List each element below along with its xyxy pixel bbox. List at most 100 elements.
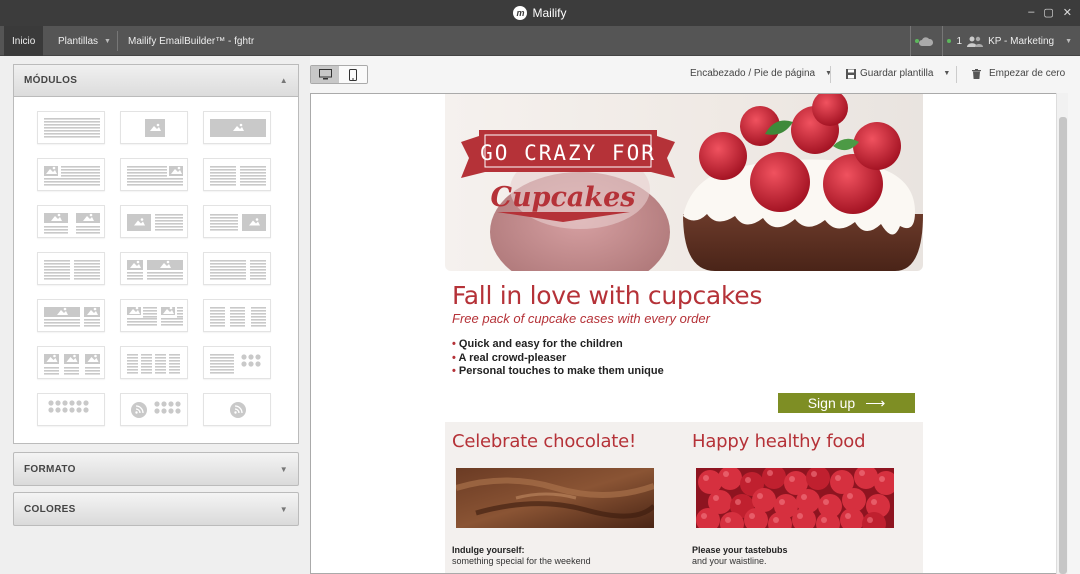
nav-home[interactable]: Inicio [4, 26, 44, 56]
email-canvas[interactable]: GO CRAZY FOR Cupcakes Fall in love with … [310, 93, 1068, 574]
raspberry-highlight [713, 495, 719, 501]
module-tile[interactable] [120, 346, 188, 379]
raspberry-highlight [757, 493, 763, 499]
module-layout-icon [44, 118, 100, 138]
module-tile[interactable] [37, 346, 105, 379]
column-title: Celebrate chocolate! [452, 431, 637, 452]
raspberry-highlight [821, 517, 827, 523]
arrow-right-icon: ⟶ [865, 394, 886, 411]
module-layout-icon [131, 401, 181, 418]
module-tile[interactable] [203, 158, 271, 191]
two-column-section[interactable]: Celebrate chocolate! Indulge yourself: s… [445, 422, 923, 573]
column-text: and your waistline. [692, 556, 767, 566]
raspberry-highlight [811, 471, 817, 477]
module-tile[interactable] [37, 158, 105, 191]
module-tile[interactable] [120, 111, 188, 144]
module-tile[interactable] [203, 252, 271, 285]
user-menu[interactable]: 1 KP - Marketing ▼ [941, 26, 1080, 56]
format-panel[interactable]: FORMATO ▼ [13, 452, 299, 486]
module-tile[interactable] [203, 346, 271, 379]
email-headline[interactable]: Fall in love with cupcakes [452, 281, 762, 310]
format-header[interactable]: FORMATO ▼ [14, 453, 298, 485]
cloud-icon [919, 36, 934, 46]
cloud-sync-button[interactable] [909, 26, 942, 56]
module-tile[interactable] [120, 158, 188, 191]
start-over-button[interactable]: Empezar de cero [972, 68, 1065, 79]
module-tile[interactable] [37, 393, 105, 426]
colors-header[interactable]: COLORES ▼ [14, 493, 298, 525]
module-layout-icon [127, 306, 183, 326]
title-bar: m Mailify – ▢ ✕ [0, 0, 1080, 26]
module-layout-icon [127, 214, 183, 231]
nav-right: 1 KP - Marketing ▼ [909, 26, 1080, 56]
module-layout-icon [210, 307, 266, 327]
raspberry-highlight [773, 517, 779, 523]
module-layout-icon [44, 260, 100, 280]
module-layout-icon [44, 307, 100, 327]
raspberry-highlight [723, 471, 729, 477]
header-footer-dropdown[interactable]: Encabezado / Pie de página ▼ [690, 68, 832, 79]
raspberry-highlight [745, 477, 751, 483]
colors-panel[interactable]: COLORES ▼ [13, 492, 299, 526]
toolbar-divider [830, 66, 831, 83]
module-layout-icon [44, 213, 100, 234]
app-brand: m Mailify [0, 0, 1080, 26]
expand-icon: ▼ [279, 464, 288, 474]
module-tile[interactable] [203, 205, 271, 238]
raspberry-highlight [735, 499, 741, 505]
collapse-icon: ▲ [279, 76, 288, 85]
device-toggle [310, 65, 368, 84]
raspberry-highlight [725, 517, 731, 523]
nav-bar: Inicio Plantillas ▼ Mailify EmailBuilder… [0, 26, 1080, 56]
canvas-scrollbar[interactable] [1056, 93, 1068, 574]
feature-list[interactable]: Quick and easy for the children A real c… [452, 338, 664, 379]
raspberry-highlight [835, 475, 841, 481]
save-template-button[interactable]: Guardar plantilla ▼ [846, 68, 950, 79]
module-tile[interactable] [37, 252, 105, 285]
raspberry-highlight [703, 475, 709, 481]
hero-banner[interactable]: GO CRAZY FOR Cupcakes [445, 94, 923, 271]
module-tile[interactable] [203, 393, 271, 426]
module-tile[interactable] [120, 252, 188, 285]
email-subheadline[interactable]: Free pack of cupcake cases with every or… [452, 311, 710, 326]
caret-down-icon: ▼ [104, 37, 111, 45]
module-tile[interactable] [37, 205, 105, 238]
nav-home-label: Inicio [12, 35, 36, 47]
module-grid [14, 97, 300, 442]
minimize-button[interactable]: – [1028, 6, 1034, 19]
module-layout-icon [210, 119, 266, 137]
raspberry-highlight [701, 513, 707, 519]
module-tile[interactable] [37, 299, 105, 332]
module-layout-icon [48, 400, 89, 413]
module-tile[interactable] [120, 393, 188, 426]
mobile-view-button[interactable] [339, 66, 367, 83]
scrollbar-thumb[interactable] [1059, 117, 1067, 574]
module-tile[interactable] [203, 111, 271, 144]
nav-current-template: Mailify EmailBuilder™ - fghtr [128, 26, 254, 56]
chocolate-image[interactable] [456, 468, 654, 528]
modules-header[interactable]: MÓDULOS ▲ [14, 65, 298, 97]
raspberry-highlight [779, 499, 785, 505]
desktop-view-button[interactable] [311, 66, 339, 83]
raspberries-image[interactable] [696, 468, 894, 528]
column-bold-text: Please your tastebubs [692, 545, 788, 555]
modules-title: MÓDULOS [24, 75, 78, 86]
signup-button[interactable]: Sign up ⟶ [778, 393, 915, 413]
maximize-button[interactable]: ▢ [1043, 6, 1053, 19]
module-tile[interactable] [120, 205, 188, 238]
raspberry-highlight [797, 513, 803, 519]
raspberries-image-graphic [696, 468, 894, 528]
hero-line1: GO CRAZY FOR [480, 141, 656, 165]
nav-divider [117, 31, 118, 51]
raspberry-highlight [847, 493, 853, 499]
module-tile[interactable] [37, 111, 105, 144]
module-layout-icon [210, 214, 266, 231]
trash-icon [972, 68, 981, 79]
close-button[interactable]: ✕ [1063, 6, 1072, 19]
nav-templates[interactable]: Plantillas ▼ [58, 26, 111, 56]
column-chocolate[interactable]: Celebrate chocolate! Indulge yourself: s… [445, 422, 655, 573]
status-dot [914, 39, 919, 43]
module-tile[interactable] [203, 299, 271, 332]
module-tile[interactable] [120, 299, 188, 332]
column-healthy[interactable]: Happy healthy food Please your tastebubs… [685, 422, 895, 573]
